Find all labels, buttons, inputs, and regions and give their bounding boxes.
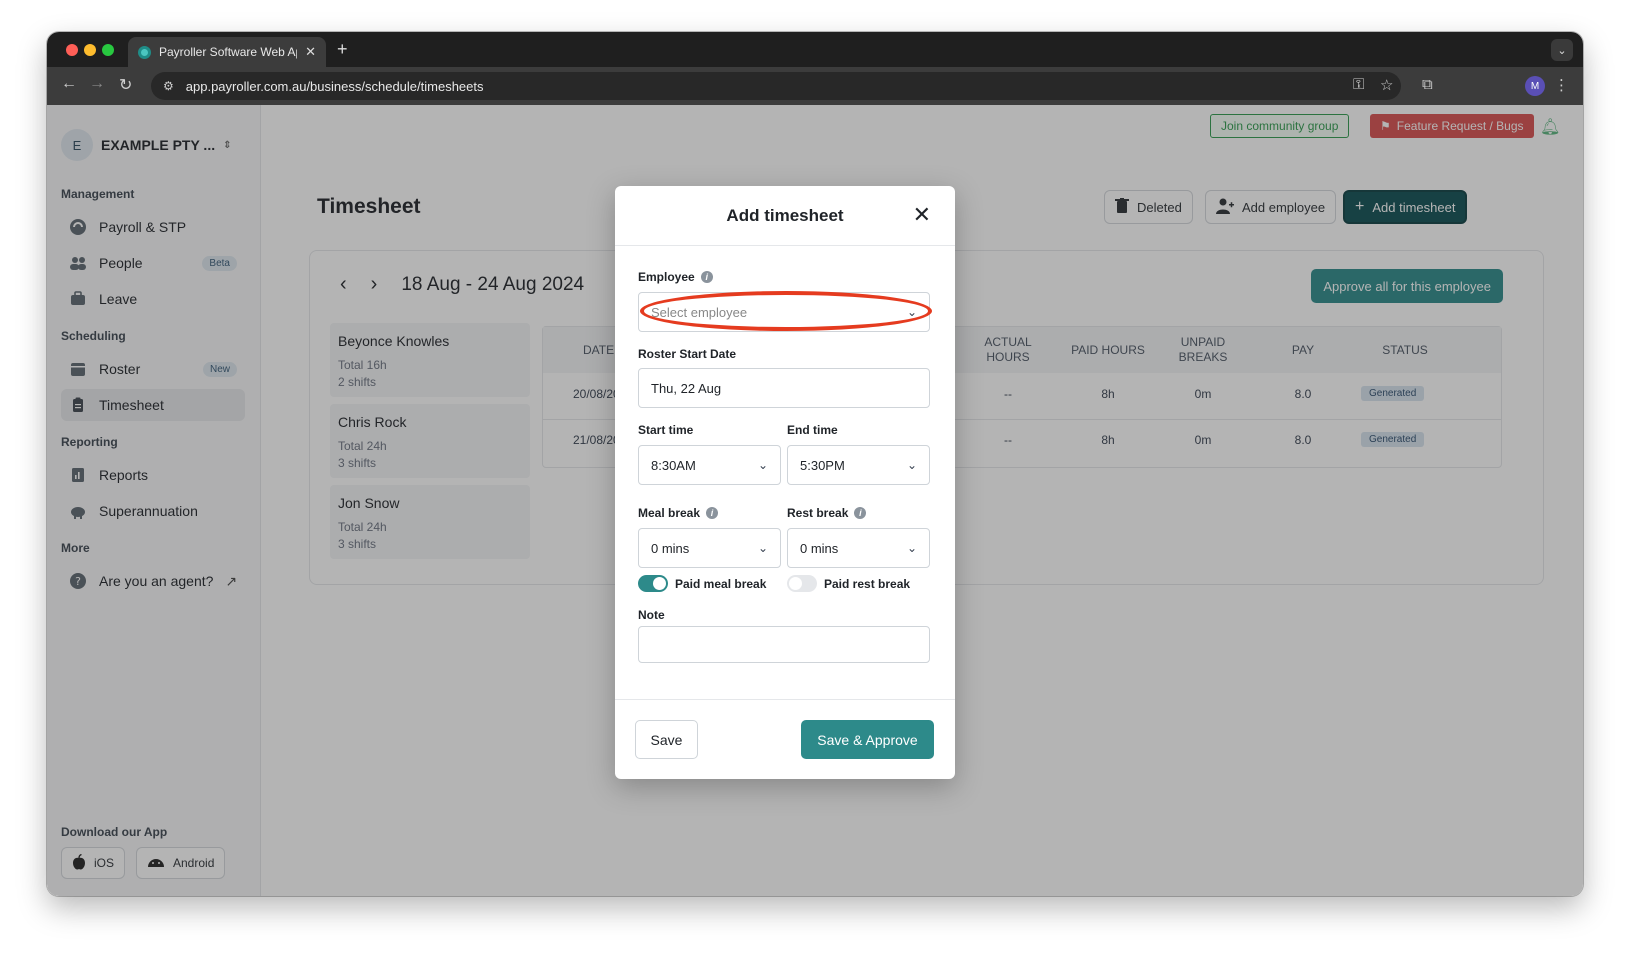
address-bar[interactable]: ⚙ app.payroller.com.au/business/schedule… bbox=[151, 72, 1401, 100]
chevron-down-icon: ⌄ bbox=[906, 541, 917, 555]
meal-break-value: 0 mins bbox=[651, 540, 690, 556]
employee-select[interactable]: Select employee ⌄ bbox=[638, 292, 930, 332]
browser-toolbar: ← → ↻ ⚙ app.payroller.com.au/business/sc… bbox=[47, 67, 1583, 105]
meal-break-label: Meal break i bbox=[638, 506, 719, 520]
info-icon[interactable]: i bbox=[700, 271, 713, 283]
favicon-icon bbox=[138, 45, 151, 59]
site-info-icon[interactable]: ⚙ bbox=[163, 79, 174, 93]
paid-meal-break-label: Paid meal break bbox=[675, 577, 767, 591]
rest-break-label: Rest break i bbox=[787, 506, 867, 520]
info-icon[interactable]: i bbox=[854, 507, 867, 519]
close-window-button[interactable] bbox=[66, 44, 78, 56]
bookmark-star-icon[interactable]: ☆ bbox=[1380, 76, 1393, 94]
roster-start-value: Thu, 22 Aug bbox=[651, 380, 722, 396]
browser-menu-icon[interactable]: ⋮ bbox=[1554, 76, 1569, 94]
chevron-down-icon: ⌄ bbox=[757, 541, 768, 555]
end-time-select[interactable]: 5:30PM ⌄ bbox=[787, 445, 930, 485]
paid-rest-break-toggle[interactable] bbox=[787, 575, 817, 592]
modal-footer-divider bbox=[615, 699, 955, 700]
rest-break-value: 0 mins bbox=[800, 540, 839, 556]
chevron-down-icon: ⌄ bbox=[906, 305, 917, 319]
employee-label-text: Employee bbox=[638, 270, 695, 284]
new-tab-icon[interactable]: + bbox=[337, 39, 348, 60]
maximize-window-button[interactable] bbox=[102, 44, 114, 56]
tab-bar: Payroller Software Web Appli ✕ + ⌄ bbox=[47, 32, 1583, 67]
chevron-down-icon: ⌄ bbox=[757, 458, 768, 472]
start-time-select[interactable]: 8:30AM ⌄ bbox=[638, 445, 781, 485]
reload-icon[interactable]: ↻ bbox=[119, 75, 132, 95]
save-approve-button[interactable]: Save & Approve bbox=[801, 720, 934, 759]
meal-break-select[interactable]: 0 mins ⌄ bbox=[638, 528, 781, 568]
start-time-label: Start time bbox=[638, 423, 694, 437]
paid-meal-break-toggle[interactable] bbox=[638, 575, 668, 592]
end-time-value: 5:30PM bbox=[800, 457, 845, 473]
roster-start-date-input[interactable]: Thu, 22 Aug bbox=[638, 368, 930, 408]
modal-header: Add timesheet ✕ bbox=[615, 186, 955, 246]
rest-break-select[interactable]: 0 mins ⌄ bbox=[787, 528, 930, 568]
meal-break-label-text: Meal break bbox=[638, 506, 701, 520]
back-icon[interactable]: ← bbox=[61, 75, 77, 93]
rest-break-label-text: Rest break bbox=[787, 506, 849, 520]
close-icon[interactable]: ✕ bbox=[913, 202, 931, 228]
url-text: app.payroller.com.au/business/schedule/t… bbox=[185, 78, 484, 94]
modal-title: Add timesheet bbox=[726, 206, 844, 225]
paid-rest-break-label: Paid rest break bbox=[824, 577, 911, 591]
toggle-knob bbox=[789, 577, 802, 590]
chevron-down-icon: ⌄ bbox=[906, 458, 917, 472]
toggle-knob bbox=[653, 577, 666, 590]
password-key-icon[interactable]: ⚿ bbox=[1353, 76, 1364, 93]
extensions-icon[interactable]: ⧉ bbox=[1422, 76, 1433, 93]
employee-placeholder: Select employee bbox=[651, 304, 748, 320]
note-textarea[interactable] bbox=[638, 626, 930, 663]
browser-tab[interactable]: Payroller Software Web Appli ✕ bbox=[128, 37, 326, 67]
close-tab-icon[interactable]: ✕ bbox=[305, 44, 316, 60]
employee-label: Employee i bbox=[638, 270, 713, 284]
save-button[interactable]: Save bbox=[635, 720, 698, 759]
forward-icon[interactable]: → bbox=[89, 75, 105, 93]
tab-search-icon[interactable]: ⌄ bbox=[1551, 39, 1573, 61]
note-label: Note bbox=[638, 608, 665, 622]
minimize-window-button[interactable] bbox=[84, 44, 96, 56]
end-time-label: End time bbox=[787, 423, 838, 437]
info-icon[interactable]: i bbox=[706, 507, 719, 519]
roster-start-label: Roster Start Date bbox=[638, 347, 737, 361]
tab-title: Payroller Software Web Appli bbox=[159, 45, 297, 59]
start-time-value: 8:30AM bbox=[651, 457, 696, 473]
profile-avatar[interactable]: M bbox=[1525, 76, 1545, 96]
